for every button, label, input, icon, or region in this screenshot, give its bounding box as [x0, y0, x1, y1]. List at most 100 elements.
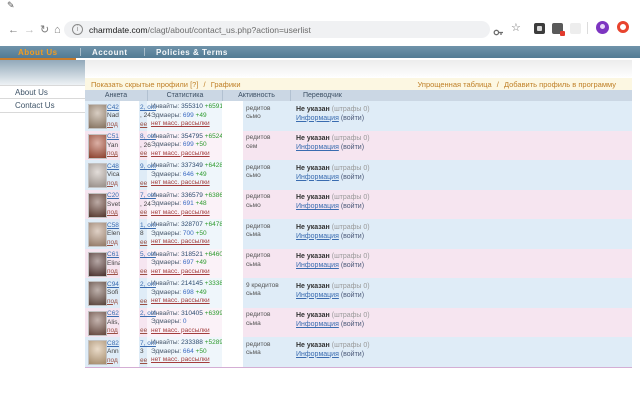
more-details-link-suffix[interactable]: ее — [140, 150, 147, 159]
redaction-stripe — [222, 101, 243, 367]
profile-id-suffix[interactable]: 9, onl — [140, 163, 156, 172]
information-link[interactable]: Информация — [296, 115, 339, 122]
no-mass-mailing-link[interactable]: нет масс. рассылки — [151, 356, 210, 363]
profile-photo[interactable] — [88, 222, 107, 247]
profile-id-link[interactable]: C48 — [107, 163, 119, 170]
more-details-link-suffix[interactable]: ее — [140, 357, 147, 366]
more-details-link[interactable]: под — [107, 121, 118, 128]
more-details-link-suffix[interactable]: ее — [140, 327, 147, 336]
more-details-link[interactable]: под — [107, 327, 118, 334]
profile-id-suffix[interactable]: 7, onl — [140, 192, 156, 201]
profile-photo[interactable] — [88, 134, 107, 159]
no-mass-mailing-link[interactable]: нет масс. рассылки — [151, 327, 210, 334]
translator-cell: Не указан (штрафы 0) Информация (войти) — [290, 337, 632, 367]
printer-extension-icon[interactable] — [552, 23, 563, 34]
profile-id-suffix[interactable]: 2, onl — [140, 310, 156, 319]
more-details-link-suffix[interactable]: ее — [140, 268, 147, 277]
profile-id-suffix[interactable]: 2, onl — [140, 104, 156, 113]
profile-photo[interactable] — [88, 252, 107, 277]
profile-photo[interactable] — [88, 340, 107, 365]
activity-letters: сем — [246, 143, 290, 152]
profile-id-suffix[interactable]: 1, onl — [140, 222, 156, 231]
profile-id-link[interactable]: C51 — [107, 133, 119, 140]
record-icon[interactable] — [617, 21, 629, 33]
forward-button[interactable]: → — [24, 21, 35, 39]
profile-id-link[interactable]: C20 — [107, 192, 119, 199]
back-button[interactable]: ← — [8, 21, 19, 39]
profile-id-link[interactable]: C61 — [107, 251, 119, 258]
profile-id-link[interactable]: C62 — [107, 310, 119, 317]
profile-photo[interactable] — [88, 163, 107, 188]
no-mass-mailing-link[interactable]: нет масс. рассылки — [151, 179, 210, 186]
login-label: (войти) — [341, 174, 364, 181]
more-details-link-suffix[interactable]: ее — [140, 209, 147, 218]
sidebar-item-contact-us[interactable]: Contact Us — [0, 99, 85, 113]
profile-id-suffix[interactable]: 8, onl — [140, 133, 156, 142]
table-row: C581, onl Elen8 подее Инвайты: 328707 +6… — [85, 219, 632, 249]
bookmark-star-icon[interactable]: ☆ — [511, 21, 521, 34]
add-profile-link[interactable]: Добавить профиль в программу — [504, 80, 616, 89]
more-details-link-suffix[interactable]: ее — [140, 239, 147, 248]
profile-id-link[interactable]: C58 — [107, 222, 119, 229]
profile-text: C942, onl Sofi подее — [107, 281, 119, 307]
information-link[interactable]: Информация — [296, 203, 339, 210]
tab-account[interactable]: Account — [92, 48, 128, 57]
content-top-strip — [85, 60, 632, 78]
more-details-link[interactable]: под — [107, 209, 118, 216]
no-mass-mailing-link[interactable]: нет масс. рассылки — [151, 268, 210, 275]
home-button[interactable]: ⌂ — [54, 21, 61, 39]
profile-id-suffix[interactable]: 7, onl — [140, 340, 156, 349]
more-details-link-suffix[interactable]: ее — [140, 121, 147, 130]
information-link[interactable]: Информация — [296, 351, 339, 358]
profile-id-link[interactable]: C42 — [107, 104, 119, 111]
profile-id-suffix[interactable]: 2, onl — [140, 281, 156, 290]
information-link[interactable]: Информация — [296, 174, 339, 181]
profile-photo[interactable] — [88, 104, 107, 129]
help-link[interactable]: [?] — [190, 80, 198, 89]
information-link[interactable]: Информация — [296, 292, 339, 299]
admirers-value: 646 — [183, 171, 194, 178]
profile-id-link[interactable]: C82 — [107, 340, 119, 347]
no-mass-mailing-link[interactable]: нет масс. рассылки — [151, 238, 210, 245]
more-details-link[interactable]: под — [107, 180, 118, 187]
more-details-link[interactable]: под — [107, 357, 118, 364]
stats-cell: Инвайты: 337349 +6428 Эдмаеры: 646 +49 н… — [147, 160, 222, 190]
no-mass-mailing-link[interactable]: нет масс. рассылки — [151, 297, 210, 304]
url-bar[interactable]: i charmdate.com/clagt/about/contact_us.p… — [64, 21, 490, 38]
profile-id-link[interactable]: C94 — [107, 281, 119, 288]
translator-status: Не указан — [296, 224, 330, 231]
more-details-link[interactable]: под — [107, 239, 118, 246]
profile-photo[interactable] — [88, 193, 107, 218]
admirers-label: Эдмаеры: — [151, 318, 181, 325]
more-details-link[interactable]: под — [107, 150, 118, 157]
reload-button[interactable]: ↻ — [40, 21, 49, 39]
profile-avatar[interactable] — [596, 21, 609, 34]
disabled-extension-icon[interactable] — [570, 23, 581, 34]
profile-photo[interactable] — [88, 281, 107, 306]
activity-letters: сьмо — [246, 172, 290, 181]
stats-cell: Инвайты: 328707 +6478 Эдмаеры: 700 +50 н… — [147, 219, 222, 249]
key-icon[interactable] — [493, 25, 504, 43]
no-mass-mailing-link[interactable]: нет масс. рассылки — [151, 120, 210, 127]
information-link[interactable]: Информация — [296, 144, 339, 151]
show-hidden-profiles-link[interactable]: Показать скрытые профили — [91, 80, 188, 89]
more-details-link-suffix[interactable]: ее — [140, 180, 147, 189]
simple-table-link[interactable]: Упрощенная таблица — [417, 80, 491, 89]
no-mass-mailing-link[interactable]: нет масс. рассылки — [151, 209, 210, 216]
profile-photo[interactable] — [88, 311, 107, 336]
more-details-link[interactable]: под — [107, 268, 118, 275]
site-info-icon[interactable]: i — [72, 24, 83, 35]
more-details-link-suffix[interactable]: ее — [140, 298, 147, 307]
information-link[interactable]: Информация — [296, 233, 339, 240]
tab-policies-terms[interactable]: Policies & Terms — [156, 48, 228, 57]
tab-about-us[interactable]: About Us — [18, 48, 58, 57]
more-details-link[interactable]: под — [107, 298, 118, 305]
information-link[interactable]: Информация — [296, 321, 339, 328]
information-link[interactable]: Информация — [296, 262, 339, 269]
profile-id-suffix[interactable]: 5, onl — [140, 251, 156, 260]
extension-icon[interactable] — [534, 23, 545, 34]
graphs-link[interactable]: Графики — [211, 80, 241, 89]
no-mass-mailing-link[interactable]: нет масс. рассылки — [151, 150, 210, 157]
sidebar-item-about-us[interactable]: About Us — [0, 85, 85, 99]
table-row: C518, onl Yan, 26 подее Инвайты: 354795 … — [85, 131, 632, 161]
